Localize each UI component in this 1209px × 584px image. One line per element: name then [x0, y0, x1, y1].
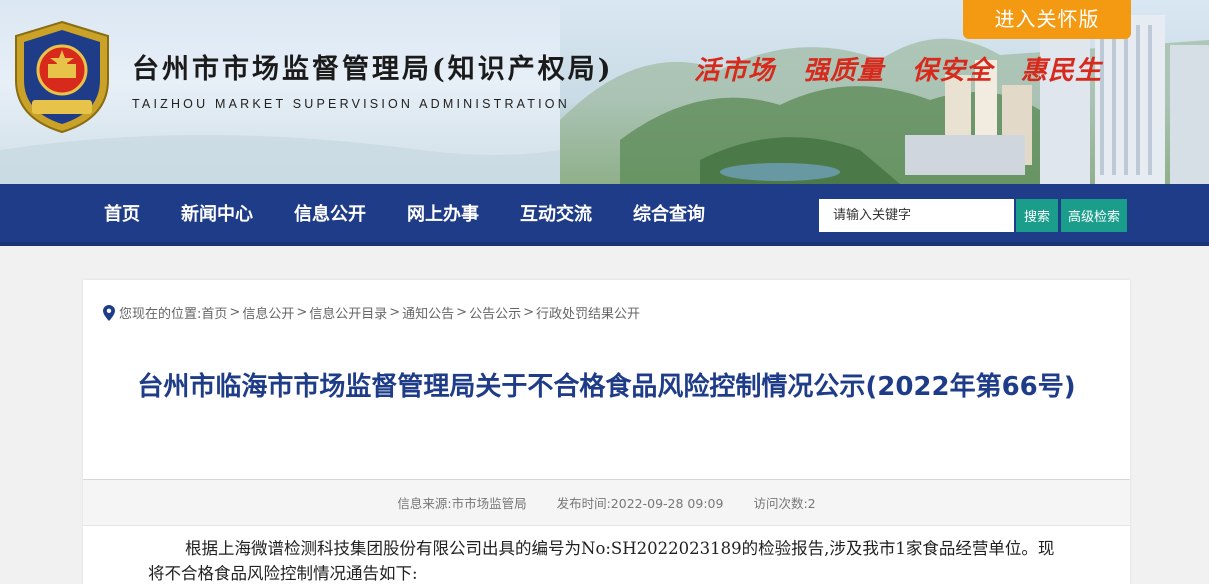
header-banner: 台州市市场监督管理局(知识产权局) TAIZHOU MARKET SUPERVI…: [0, 0, 1209, 184]
market-supervision-emblem-icon: [15, 20, 109, 134]
breadcrumb-separator: >: [296, 305, 308, 320]
nav-item-query[interactable]: 综合查询: [633, 200, 705, 226]
nav-item-interaction[interactable]: 互动交流: [520, 200, 592, 226]
article-meta: 信息来源:市市场监管局 发布时间:2022-09-28 09:09 访问次数:2: [83, 480, 1130, 526]
slogan: 强质量: [803, 56, 885, 86]
breadcrumb-separator: >: [456, 305, 468, 320]
slogan: 惠民生: [1021, 56, 1103, 86]
slogan-group: 活市场 强质量 保安全 惠民生: [694, 50, 1102, 87]
nav-menu: 首页 新闻中心 信息公开 网上办事 互动交流 综合查询: [104, 184, 746, 242]
search-button[interactable]: 搜索: [1016, 199, 1059, 232]
breadcrumb-separator: >: [229, 305, 241, 320]
article-title: 台州市临海市市场监督管理局关于不合格食品风险控制情况公示(2022年第66号): [137, 372, 1076, 402]
search-input[interactable]: [819, 199, 1014, 232]
care-mode-button[interactable]: 进入关怀版: [963, 0, 1131, 39]
nav-item-info-disclosure[interactable]: 信息公开: [294, 200, 366, 226]
slogan: 保安全: [912, 56, 994, 86]
advanced-search-button[interactable]: 高级检索: [1061, 199, 1128, 232]
article-body: 根据上海微谱检测科技集团股份有限公司出具的编号为No:SH2022023189的…: [148, 539, 1055, 583]
breadcrumb-item-notices[interactable]: 通知公告: [402, 303, 454, 322]
site-subtitle: TAIZHOU MARKET SUPERVISION ADMINISTRATIO…: [132, 97, 570, 111]
slogan: 活市场: [694, 56, 776, 86]
article-publish-time: 发布时间:2022-09-28 09:09: [556, 496, 724, 511]
location-pin-icon: [103, 304, 115, 321]
breadcrumb-separator: >: [389, 305, 401, 320]
breadcrumb-item-home[interactable]: 首页: [201, 303, 227, 322]
nav-item-news[interactable]: 新闻中心: [181, 200, 253, 226]
article-source: 信息来源:市市场监管局: [397, 496, 527, 511]
breadcrumb-separator: >: [523, 305, 534, 320]
breadcrumb-item-info-catalog[interactable]: 信息公开目录: [309, 303, 387, 322]
breadcrumb-prefix: 您现在的位置:: [119, 307, 202, 322]
nav-item-online-services[interactable]: 网上办事: [407, 200, 479, 226]
article-view-count: 访问次数:2: [753, 496, 816, 511]
search-bar: 搜索 高级检索: [819, 199, 1128, 232]
main-navigation: 首页 新闻中心 信息公开 网上办事 互动交流 综合查询 搜索 高级检索: [0, 184, 1209, 246]
breadcrumb-item-info-disclosure[interactable]: 信息公开: [242, 303, 294, 322]
breadcrumb: 您现在的位置: 首页 > 信息公开 > 信息公开目录 > 通知公告 > 公告公示…: [103, 303, 640, 322]
article-card: 您现在的位置: 首页 > 信息公开 > 信息公开目录 > 通知公告 > 公告公示…: [83, 280, 1130, 584]
breadcrumb-item-announcements[interactable]: 公告公示: [469, 303, 521, 322]
nav-item-home[interactable]: 首页: [104, 200, 140, 226]
site-title: 台州市市场监督管理局(知识产权局): [132, 54, 614, 85]
breadcrumb-item-penalty-results[interactable]: 行政处罚结果公开: [536, 303, 640, 322]
